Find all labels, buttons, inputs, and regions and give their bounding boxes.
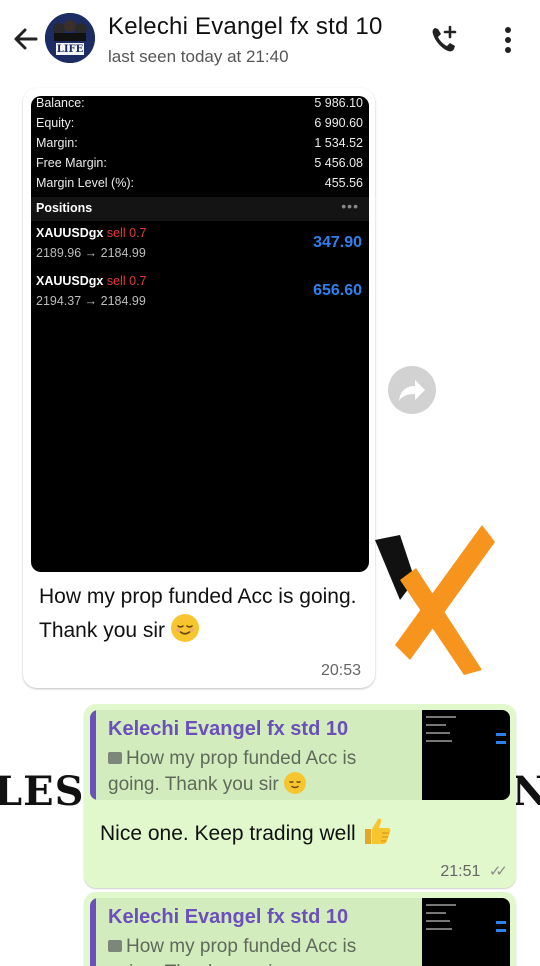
quoted-sender: Kelechi Evangel fx std 10 <box>108 906 349 928</box>
wallpaper-text-right: N <box>512 768 540 815</box>
positions-more-icon: ••• <box>341 198 359 214</box>
avatar-text: LIFE <box>56 44 84 55</box>
position-symbol: XAUUSDgx <box>36 226 104 240</box>
message-text-row: Nice one. Keep trading well <box>100 816 394 852</box>
message-time: 20:53 <box>320 662 361 679</box>
quoted-text: How my prop funded Acc is going. Thank y… <box>108 936 357 966</box>
last-seen-status: last seen today at 21:40 <box>108 47 289 66</box>
account-row-free-margin: Free Margin: 5 456.08 <box>36 156 363 176</box>
double-check-icon: ✓✓ <box>488 863 508 880</box>
photo-icon <box>108 940 122 952</box>
quoted-text-block: How my prop funded Acc is going. Thank y… <box>108 934 408 966</box>
position-prices: 2194.37 → 2184.99 <box>36 294 146 308</box>
outgoing-reply-message[interactable]: Kelechi Evangel fx std 10 How my prop fu… <box>84 704 516 888</box>
account-value: 5 456.08 <box>314 156 363 170</box>
account-label: Free Margin: <box>36 156 107 170</box>
positions-title: Positions <box>36 201 93 215</box>
position-row: XAUUSDgx sell 0.7 2194.37 → 2184.99 656.… <box>36 274 364 318</box>
trading-screenshot[interactable]: Balance: 5 986.10 Equity: 6 990.60 Margi… <box>31 96 369 572</box>
position-profit: 347.90 <box>313 234 362 251</box>
account-value: 1 534.52 <box>314 136 363 150</box>
quoted-message[interactable]: Kelechi Evangel fx std 10 How my prop fu… <box>90 710 510 800</box>
account-label: Margin Level (%): <box>36 176 134 190</box>
avatar[interactable]: LIFE <box>45 13 95 63</box>
wallpaper-text-left: LES <box>0 768 85 815</box>
account-value: 6 990.60 <box>314 116 363 130</box>
position-prices: 2189.96 → 2184.99 <box>36 246 146 260</box>
relieved-face-emoji <box>170 614 199 642</box>
quoted-image-thumbnail <box>422 710 510 800</box>
account-row-margin-level: Margin Level (%): 455.56 <box>36 176 363 196</box>
outgoing-reply-message[interactable]: Kelechi Evangel fx std 10 How my prop fu… <box>84 892 516 966</box>
quoted-text-block: How my prop funded Acc is going. Thank y… <box>108 746 408 798</box>
thumbs-up-emoji <box>362 816 394 852</box>
account-row-equity: Equity: 6 990.60 <box>36 116 363 136</box>
relieved-face-emoji <box>284 772 307 794</box>
quote-accent-bar <box>90 710 96 800</box>
account-value: 5 986.10 <box>314 96 363 110</box>
quoted-message[interactable]: Kelechi Evangel fx std 10 How my prop fu… <box>90 898 510 966</box>
position-symbol: XAUUSDgx <box>36 274 104 288</box>
message-caption: How my prop funded Acc is going. Thank y… <box>39 580 359 648</box>
account-label: Margin: <box>36 136 78 150</box>
back-arrow-icon[interactable] <box>10 24 40 54</box>
quoted-sender: Kelechi Evangel fx std 10 <box>108 718 349 740</box>
incoming-image-message[interactable]: Balance: 5 986.10 Equity: 6 990.60 Margi… <box>23 88 375 688</box>
message-text: Nice one. Keep trading well <box>100 822 356 845</box>
add-call-icon[interactable] <box>428 24 460 56</box>
contact-name[interactable]: Kelechi Evangel fx std 10 <box>108 13 383 41</box>
position-row: XAUUSDgx sell 0.7 2189.96 → 2184.99 347.… <box>36 226 364 270</box>
account-label: Balance: <box>36 96 85 110</box>
positions-header: Positions ••• <box>31 197 369 221</box>
account-value: 455.56 <box>324 176 363 190</box>
photo-icon <box>108 752 122 764</box>
message-time-status: 21:51 ✓✓ <box>440 862 508 881</box>
quoted-text: How my prop funded Acc is going. Thank y… <box>108 748 357 795</box>
quote-accent-bar <box>90 898 96 966</box>
forward-icon[interactable] <box>388 366 436 414</box>
chat-header: LIFE Kelechi Evangel fx std 10 last seen… <box>0 0 540 81</box>
position-side: sell 0.7 <box>106 274 147 288</box>
wallpaper-x-shape <box>375 525 495 675</box>
message-time: 21:51 <box>440 863 481 880</box>
position-side: sell 0.7 <box>106 226 147 240</box>
account-label: Equity: <box>36 116 75 130</box>
quoted-image-thumbnail <box>422 898 510 966</box>
account-row-margin: Margin: 1 534.52 <box>36 136 363 156</box>
position-profit: 656.60 <box>313 282 362 299</box>
more-vert-icon[interactable] <box>498 26 518 54</box>
account-row-balance: Balance: 5 986.10 <box>36 96 363 116</box>
